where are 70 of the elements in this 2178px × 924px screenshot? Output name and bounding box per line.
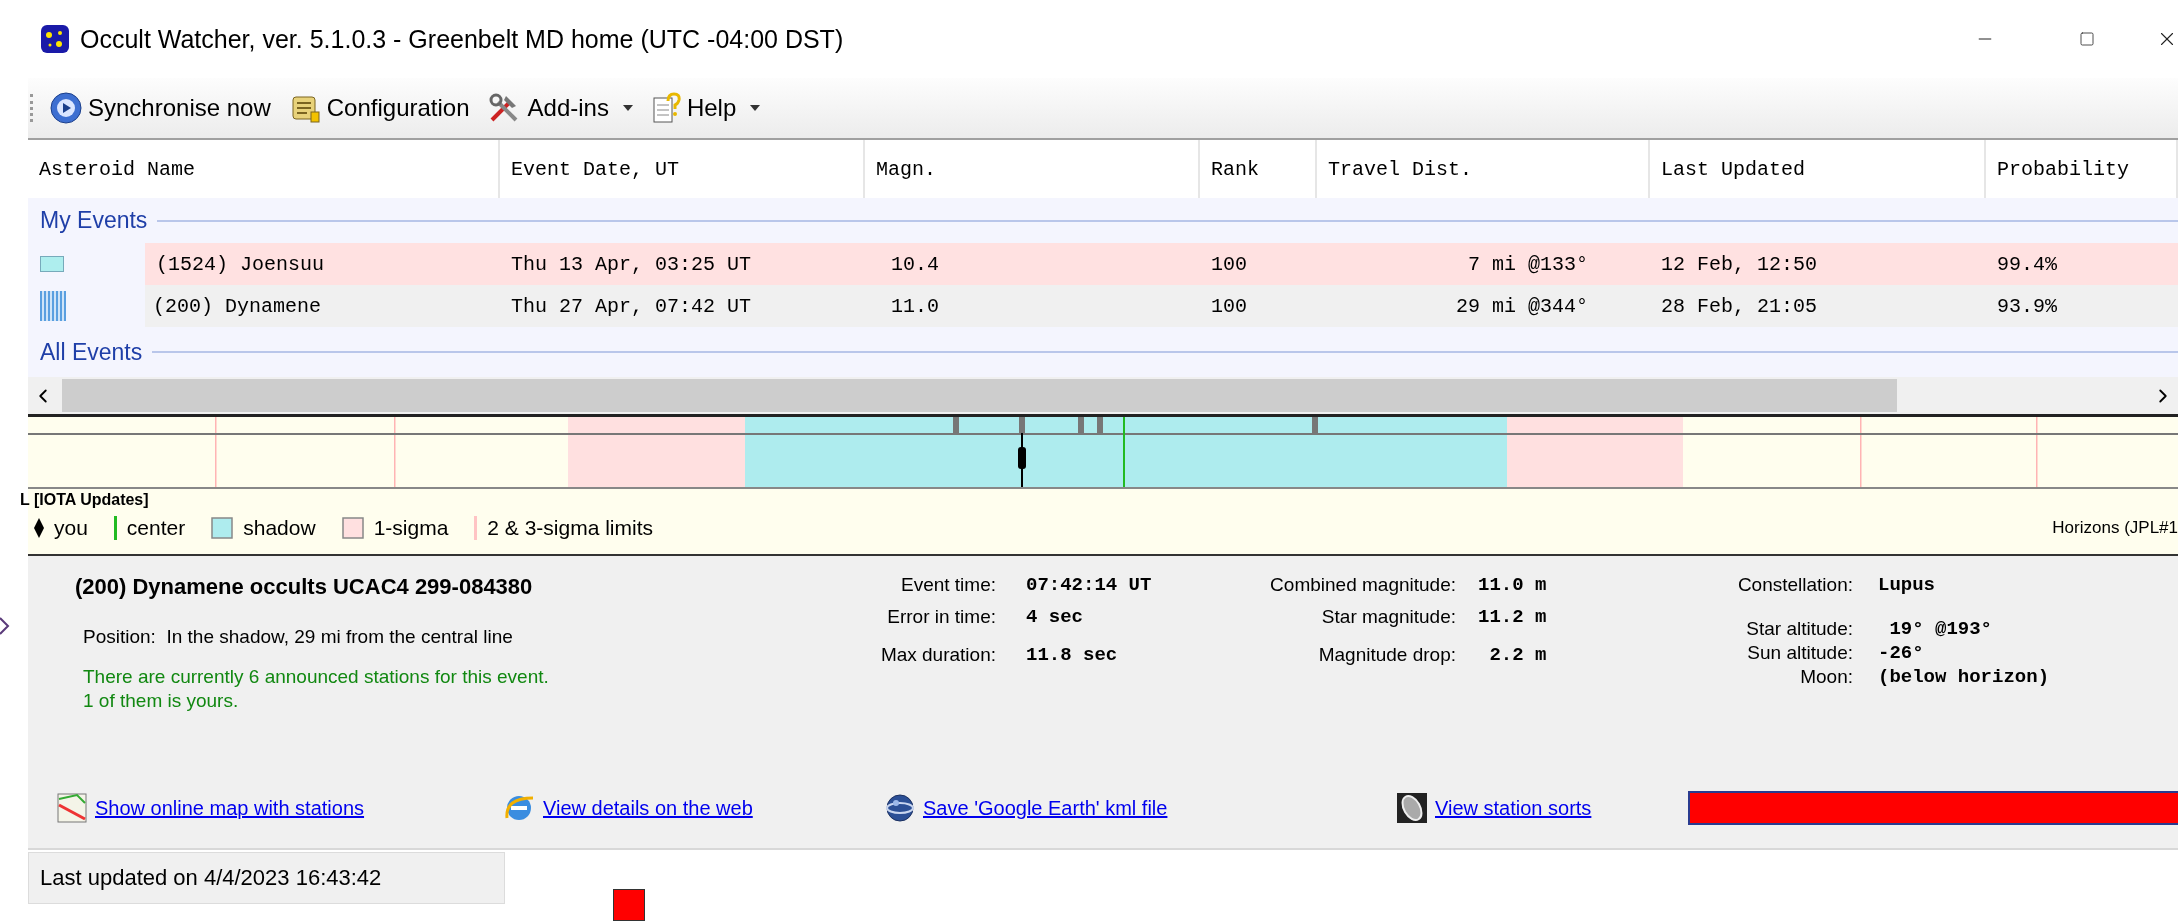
- toolbar-button[interactable]: Add-ins: [483, 88, 637, 128]
- info-value: 07:42:14 UT: [1026, 574, 1153, 596]
- table-cell: 100: [1200, 285, 1317, 327]
- toolbar-button[interactable]: Synchronise now: [46, 88, 275, 128]
- info-label: Star altitude:: [1745, 618, 1853, 640]
- legend-label: 1-sigma: [373, 516, 449, 540]
- group-header[interactable]: My Events: [40, 207, 148, 234]
- app-logo-icon: [40, 24, 70, 54]
- table-cell: 28 Feb, 21:05: [1650, 285, 1986, 327]
- legend-label: 2 & 3-sigma limits: [487, 516, 654, 540]
- table-cell: 10.4: [865, 243, 1200, 285]
- caret-icon: [0, 616, 10, 636]
- info-label: Magnitude drop:: [1317, 644, 1456, 666]
- info-value: 11.8 sec: [1026, 644, 1119, 666]
- link[interactable]: Save 'Google Earth' kml file: [923, 796, 1168, 820]
- info-label: Moon:: [1799, 666, 1853, 688]
- info-value: (below horizon): [1878, 666, 2051, 688]
- map-icon: [57, 793, 87, 823]
- table-cell: Thu 27 Apr, 07:42 UT: [500, 285, 865, 327]
- table-cell: 99.4%: [1986, 243, 2178, 285]
- info-value: Lupus: [1878, 574, 1936, 596]
- globe-icon: [885, 793, 915, 823]
- status-bar: Last updated on 4/4/2023 16:43:42: [28, 852, 505, 904]
- info-label: Sun altitude:: [1746, 642, 1853, 664]
- play-disc-icon: [50, 92, 82, 124]
- info-value: -26°: [1878, 642, 1925, 664]
- legend-label: center: [126, 516, 186, 540]
- info-value: 19° @193°: [1888, 618, 1994, 640]
- window-title: Occult Watcher, ver. 5.1.0.3 - Greenbelt MD home (UTC -04:00 DST): [80, 24, 844, 54]
- stations-note: There are currently 6 announced stations for this event.: [83, 666, 550, 688]
- table-cell: Thu 13 Apr, 03:25 UT: [500, 243, 865, 285]
- link[interactable]: View details on the web: [543, 796, 753, 820]
- table-cell: 11.0: [865, 285, 1200, 327]
- row-selector[interactable]: [40, 291, 66, 321]
- table-cell: (200) Dynamene: [145, 285, 500, 327]
- legend-label: you: [54, 516, 88, 540]
- info-label: Star magnitude:: [1320, 606, 1456, 628]
- info-value: 2.2 m: [1488, 644, 1548, 666]
- info-label: Combined magnitude:: [1269, 574, 1456, 596]
- info-value: 11.2 m: [1478, 606, 1548, 628]
- info-label: Max duration:: [879, 644, 996, 666]
- lens-icon: [1397, 793, 1427, 823]
- toolbar-button[interactable]: Help: [646, 88, 765, 128]
- link[interactable]: View station sorts: [1435, 796, 1592, 820]
- group-header[interactable]: All Events: [40, 338, 143, 366]
- data-source-label: L [IOTA Updates]: [20, 491, 150, 509]
- info-value: 11.0 m: [1478, 574, 1548, 596]
- toolbar-grip[interactable]: [30, 94, 36, 122]
- table-cell: 12 Feb, 12:50: [1650, 243, 1986, 285]
- legend-label: shadow: [243, 516, 316, 540]
- maximize-icon[interactable]: [2079, 31, 2095, 47]
- marker-square: [613, 889, 645, 921]
- table-cell: 7 mi @133°: [1317, 243, 1650, 285]
- table-cell: (1524) Joensuu: [145, 243, 500, 285]
- scrollbar-thumb[interactable]: [62, 379, 1897, 412]
- stations-note: 1 of them is yours.: [83, 690, 240, 712]
- info-value: 4 sec: [1026, 606, 1084, 628]
- position-text: Position: In the shadow, 29 mi from the central line: [83, 626, 514, 648]
- ephemeris-label: Horizons (JPL#1: [2052, 518, 2178, 538]
- table-cell: 29 mi @344°: [1317, 285, 1650, 327]
- help-document-icon: [650, 92, 681, 124]
- info-label: Error in time:: [886, 606, 996, 628]
- info-label: Event time:: [899, 574, 996, 596]
- table-cell: 100: [1200, 243, 1317, 285]
- toolbar-button[interactable]: Configuration: [284, 88, 474, 128]
- info-label: Constellation:: [1736, 574, 1853, 596]
- table-cell: 93.9%: [1986, 285, 2178, 327]
- event-title: (200) Dynamene occults UCAC4 299-084380: [75, 574, 534, 600]
- row-selector[interactable]: [40, 256, 64, 272]
- link[interactable]: Show online map with stations: [95, 796, 365, 820]
